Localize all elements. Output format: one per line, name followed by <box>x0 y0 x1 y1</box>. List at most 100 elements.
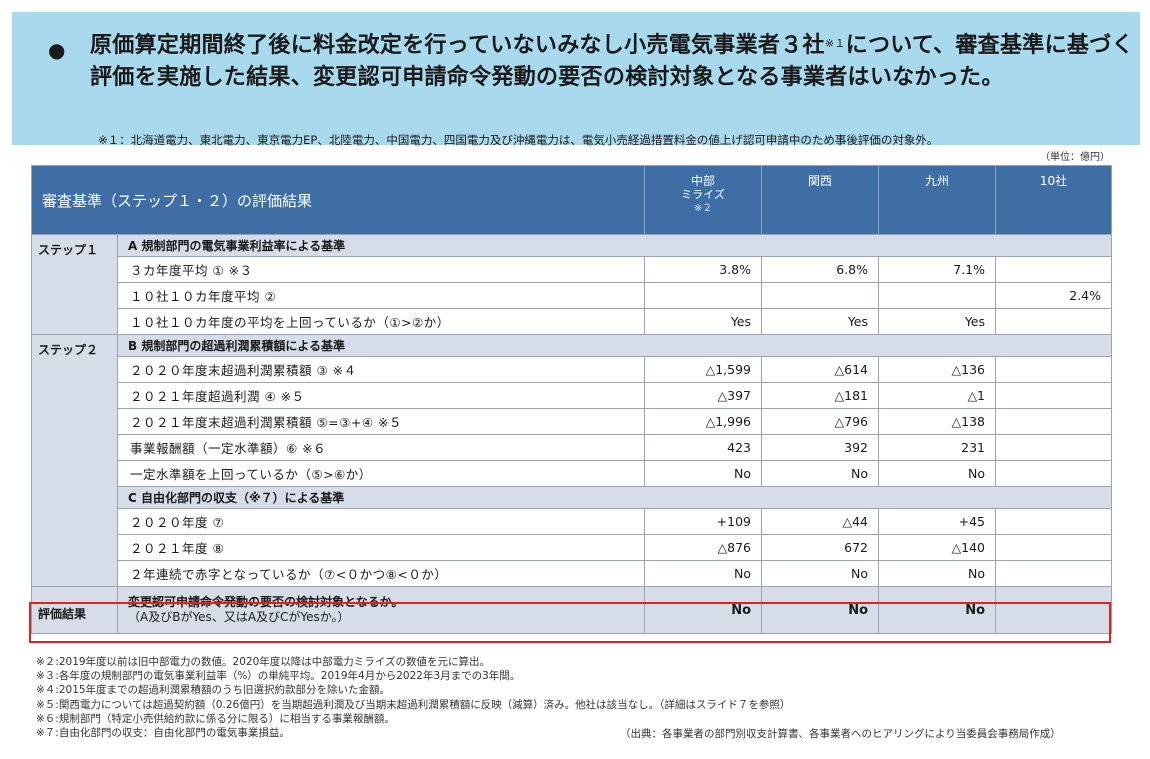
value-cell <box>995 408 1113 435</box>
value-cell: Yes <box>644 308 763 335</box>
value-cell: △138 <box>878 408 997 435</box>
result-question-condition: （A及びBがYes、又はA及びCがYesか。） <box>128 610 350 624</box>
table-title: 審査基準（ステップ１・２）の評価結果 <box>30 165 646 235</box>
summary-banner: ● 原価算定期間終了後に料金改定を行っていないみなし小売電気事業者３社※１につい… <box>12 12 1140 147</box>
table-row: ３カ年度平均 ① ※３ 3.8% 6.8% 7.1% <box>32 256 1113 283</box>
value-cell: +45 <box>878 508 997 535</box>
value-cell: △44 <box>761 508 880 535</box>
footnote: ※４:2015年度までの超過利潤累積額のうち旧選択約款部分を除いた金額。 <box>36 684 391 697</box>
result-question: 変更認可申請命令発動の要否の検討対象となるか。 （A及びBがYes、又はA及びCが… <box>116 586 646 634</box>
row-label: ３カ年度平均 ① ※３ <box>116 256 646 283</box>
row-label: ２０２１年度 ⑧ <box>116 534 646 561</box>
col-kyushu: 九州 <box>878 165 997 235</box>
row-label: ２０２０年度 ⑦ <box>116 508 646 535</box>
value-cell <box>995 434 1113 461</box>
value-cell <box>995 308 1113 335</box>
table-row: ２０２０年度末超過利潤累積額 ③ ※４ △1,599 △614 △136 <box>32 356 1113 383</box>
col-kansai: 関西 <box>761 165 880 235</box>
table-row: ２０２１年度超過利潤 ④ ※５ △397 △181 △1 <box>32 382 1113 409</box>
value-cell <box>995 508 1113 535</box>
value-cell: +109 <box>644 508 763 535</box>
value-cell: 3.8% <box>644 256 763 283</box>
result-row: 評価結果 変更認可申請命令発動の要否の検討対象となるか。 （A及びBがYes、又はA… <box>31 586 1113 634</box>
source-note: （出典：各事業者の部門別収支計算書、各事業者へのヒアリングにより当委員会事務局作… <box>620 728 1061 740</box>
step-label: ステップ２ <box>31 334 118 587</box>
row-label: ２０２０年度末超過利潤累積額 ③ ※４ <box>116 356 646 383</box>
value-cell: △796 <box>761 408 880 435</box>
value-cell: △614 <box>761 356 880 383</box>
value-cell: △1,996 <box>644 408 763 435</box>
value-cell: 231 <box>878 434 997 461</box>
value-cell: 6.8% <box>761 256 880 283</box>
row-label: １０社１０カ年度の平均を上回っているか（①>②か） <box>116 308 646 335</box>
result-value: No <box>761 586 880 634</box>
table-header: 審査基準（ステップ１・２）の評価結果 中部 ミライズ ※２ 関西 九州 10社 <box>30 165 1113 235</box>
value-cell: △140 <box>878 534 997 561</box>
value-cell: 423 <box>644 434 763 461</box>
result-label: 評価結果 <box>31 586 118 634</box>
unit-label: （単位：億円） <box>1040 152 1110 163</box>
value-cell <box>995 560 1113 587</box>
value-cell: No <box>878 560 997 587</box>
section-label: A 規制部門の電気事業利益率による基準 <box>116 234 1113 257</box>
col-10sha: 10社 <box>995 165 1113 235</box>
row-label: 一定水準額を上回っているか（⑤>⑥か） <box>116 460 646 487</box>
value-cell: 392 <box>761 434 880 461</box>
value-cell <box>878 282 997 309</box>
result-value <box>995 586 1113 634</box>
table-row: １０社１０カ年度平均 ② 2.4% <box>32 282 1113 309</box>
footnote: ※２:2019年度以前は旧中部電力の数値。2020年度以降は中部電力ミライズの数… <box>36 656 490 668</box>
value-cell: △181 <box>761 382 880 409</box>
evaluation-table: 審査基準（ステップ１・２）の評価結果 中部 ミライズ ※２ 関西 九州 10社 ステ… <box>30 165 1113 634</box>
value-cell: 7.1% <box>878 256 997 283</box>
value-cell <box>995 356 1113 383</box>
section-label: C 自由化部門の収支（※７）による基準 <box>116 486 1113 509</box>
value-cell: △1 <box>878 382 997 409</box>
table-row: １０社１０カ年度の平均を上回っているか（①>②か） Yes Yes Yes <box>32 308 1113 335</box>
footnote: ※５:関西電力については超過契約額（0.26億円）を当期超過利潤及び当期末超過利… <box>36 698 791 711</box>
value-cell: No <box>644 460 763 487</box>
value-cell <box>995 460 1113 487</box>
value-cell <box>995 256 1113 283</box>
value-cell: Yes <box>878 308 997 335</box>
row-label: ２０２１年度超過利潤 ④ ※５ <box>116 382 646 409</box>
value-cell: △876 <box>644 534 763 561</box>
row-label: 事業報酬額（一定水準額）⑥ ※６ <box>116 434 646 461</box>
value-cell: △1,599 <box>644 356 763 383</box>
step-label: ステップ１ <box>31 234 118 335</box>
section-row: ステップ２ B 規制部門の超過利潤累積額による基準 <box>31 334 1113 587</box>
value-cell <box>644 282 763 309</box>
col-chubu: 中部 ミライズ ※２ <box>644 165 763 235</box>
table-row: 一定水準額を上回っているか（⑤>⑥か） No No No <box>32 460 1113 487</box>
table-row: ２年連続で赤字となっているか（⑦<０かつ⑧<０か） No No No <box>32 560 1113 587</box>
value-cell <box>995 382 1113 409</box>
result-question-main: 変更認可申請命令発動の要否の検討対象となるか。 <box>128 595 404 609</box>
section-label: B 規制部門の超過利潤累積額による基準 <box>116 334 1113 357</box>
footnote: ※６:規制部門（特定小売供給約款に係る分に限る）に相当する事業報酬額。 <box>36 712 395 725</box>
footnote: ※３:各年度の規制部門の電気事業利益率（%）の単純平均。2019年4月から202… <box>36 670 521 683</box>
value-cell: No <box>644 560 763 587</box>
value-cell: 672 <box>761 534 880 561</box>
value-cell: No <box>761 560 880 587</box>
table-row: ２０２１年度 ⑧ △876 672 △140 <box>32 534 1113 561</box>
value-cell: No <box>761 460 880 487</box>
result-value: No <box>878 586 997 634</box>
value-cell: △397 <box>644 382 763 409</box>
value-cell <box>995 534 1113 561</box>
value-cell <box>761 282 880 309</box>
value-cell: No <box>878 460 997 487</box>
banner-note: ※１：北海道電力、東北電力、東京電力EP、北陸電力、中国電力、四国電力及び沖縄電… <box>98 133 939 147</box>
table-row: ２０２１年度末超過利潤累積額 ⑤=③+④ ※５ △1,996 △796 △138 <box>32 408 1113 435</box>
bullet-icon: ● <box>48 38 66 62</box>
table-row: 事業報酬額（一定水準額）⑥ ※６ 423 392 231 <box>32 434 1113 461</box>
table-row: ２０２０年度 ⑦ +109 △44 +45 <box>32 508 1113 535</box>
section-row: C 自由化部門の収支（※７）による基準 <box>32 486 1113 509</box>
headline: 原価算定期間終了後に料金改定を行っていないみなし小売電気事業者３社※１について、… <box>90 33 1134 90</box>
row-label: １０社１０カ年度平均 ② <box>116 282 646 309</box>
result-value: No <box>644 586 763 634</box>
section-row: ステップ１ A 規制部門の電気事業利益率による基準 <box>31 234 1113 335</box>
value-cell: 2.4% <box>995 282 1113 309</box>
row-label: ２年連続で赤字となっているか（⑦<０かつ⑧<０か） <box>116 560 646 587</box>
value-cell: Yes <box>761 308 880 335</box>
value-cell: △136 <box>878 356 997 383</box>
